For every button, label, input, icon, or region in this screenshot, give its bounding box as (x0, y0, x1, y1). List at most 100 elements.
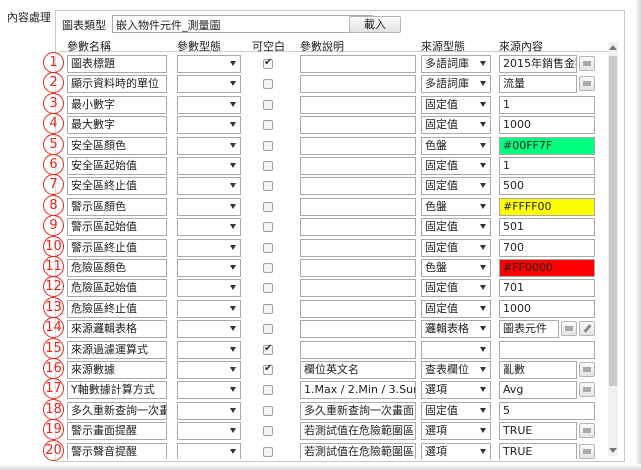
source-content-field[interactable]: 1000 (499, 299, 595, 318)
param-name-field[interactable]: 警示區終止值 (67, 238, 167, 257)
nullable-checkbox[interactable] (263, 363, 273, 375)
source-type-select[interactable]: 多語詞庫 (421, 55, 491, 73)
param-name-field[interactable]: 圖表標題 (67, 55, 167, 73)
source-content-field[interactable]: TRUE (499, 442, 577, 459)
chart-type-field[interactable]: 嵌入物件元件_測量圖 (112, 15, 373, 33)
param-name-field[interactable]: 警示區起始值 (67, 218, 167, 237)
folder-icon[interactable] (579, 56, 595, 71)
param-desc-field[interactable]: 1.Max / 2.Min / 3.Sum / (300, 381, 416, 400)
param-type-select[interactable] (177, 218, 241, 237)
param-desc-field[interactable] (300, 238, 416, 257)
nullable-checkbox[interactable] (263, 99, 273, 110)
nullable-checkbox[interactable] (263, 405, 273, 416)
source-content-field[interactable]: #FF0000 (499, 259, 595, 277)
scroll-up-arrow-icon[interactable] (609, 45, 617, 50)
source-content-field[interactable]: 圖表元件 (499, 320, 559, 339)
param-type-select[interactable] (177, 381, 241, 400)
nullable-checkbox[interactable] (263, 324, 273, 335)
nullable-checkbox[interactable] (263, 181, 273, 192)
source-type-select[interactable]: 固定值 (421, 157, 491, 175)
vertical-scrollbar[interactable] (608, 42, 618, 456)
nullable-checkbox[interactable] (263, 140, 273, 151)
source-type-select[interactable]: 選項 (421, 442, 491, 459)
source-type-select[interactable]: 固定值 (421, 95, 491, 114)
param-desc-field[interactable] (300, 218, 416, 237)
nullable-checkbox[interactable] (263, 446, 273, 457)
param-type-select[interactable] (177, 238, 241, 257)
source-content-field[interactable]: Avg (499, 381, 577, 400)
param-name-field[interactable]: 來源數據 (67, 361, 167, 379)
param-type-select[interactable] (177, 401, 241, 420)
param-name-field[interactable]: 危險區起始值 (67, 279, 167, 298)
nullable-checkbox[interactable] (263, 426, 273, 437)
source-type-select[interactable] (421, 340, 491, 359)
param-desc-field[interactable] (300, 55, 416, 73)
source-content-field[interactable]: 流量 (499, 75, 577, 94)
param-type-select[interactable] (177, 299, 241, 318)
param-name-field[interactable]: 最小數字 (67, 95, 167, 114)
param-desc-field[interactable] (300, 95, 416, 114)
param-type-select[interactable] (177, 136, 241, 155)
param-desc-field[interactable]: 多久重新查詢一次畫面(秒 (300, 401, 416, 420)
param-name-field[interactable]: 最大數字 (67, 116, 167, 135)
param-name-field[interactable]: 危險區終止值 (67, 299, 167, 318)
source-content-field[interactable]: TRUE (499, 422, 577, 441)
scroll-thumb[interactable] (609, 56, 617, 386)
source-type-select[interactable]: 固定值 (421, 177, 491, 196)
folder-icon[interactable] (579, 382, 595, 398)
folder-icon[interactable] (579, 423, 595, 439)
nullable-checkbox[interactable] (263, 79, 273, 90)
nullable-checkbox[interactable] (263, 263, 273, 273)
source-content-field[interactable]: 1 (499, 157, 595, 175)
source-type-select[interactable]: 色盤 (421, 259, 491, 277)
folder-icon[interactable] (579, 76, 595, 92)
param-desc-field[interactable] (300, 320, 416, 339)
param-desc-field[interactable] (300, 259, 416, 277)
param-desc-field[interactable]: 欄位英文名 (300, 361, 416, 379)
source-type-select[interactable]: 固定值 (421, 401, 491, 420)
param-name-field[interactable]: 多久重新查詢一次畫 (67, 401, 167, 420)
param-desc-field[interactable] (300, 75, 416, 94)
param-type-select[interactable] (177, 177, 241, 196)
source-content-field[interactable]: 2015年銷售金額 (499, 55, 577, 73)
source-content-field[interactable]: 701 (499, 279, 595, 298)
source-type-select[interactable]: 固定值 (421, 218, 491, 237)
source-content-field[interactable]: 5 (499, 401, 595, 420)
param-type-select[interactable] (177, 116, 241, 135)
source-type-select[interactable]: 色盤 (421, 136, 491, 155)
param-name-field[interactable]: 危險區顏色 (67, 259, 167, 277)
param-desc-field[interactable] (300, 116, 416, 135)
folder-icon[interactable] (561, 321, 577, 337)
nullable-checkbox[interactable] (263, 57, 273, 69)
load-button[interactable]: 載入 (349, 16, 401, 33)
param-desc-field[interactable] (300, 197, 416, 216)
param-type-select[interactable] (177, 197, 241, 216)
param-type-select[interactable] (177, 157, 241, 175)
source-content-field[interactable] (499, 340, 595, 359)
param-type-select[interactable] (177, 320, 241, 339)
source-type-select[interactable]: 固定值 (421, 238, 491, 257)
param-name-field[interactable]: 來源邏輯表格 (67, 320, 167, 339)
param-name-field[interactable]: 安全區起始值 (67, 157, 167, 175)
param-desc-field[interactable] (300, 279, 416, 298)
param-name-field[interactable]: 安全區終止值 (67, 177, 167, 196)
nullable-checkbox[interactable] (263, 385, 273, 396)
source-content-field[interactable]: 亂數 (499, 361, 577, 379)
source-type-select[interactable]: 固定值 (421, 116, 491, 135)
param-name-field[interactable]: 來源過濾運算式 (67, 340, 167, 359)
nullable-checkbox[interactable] (263, 201, 273, 212)
param-name-field[interactable]: 安全區顏色 (67, 136, 167, 155)
source-content-field[interactable]: 500 (499, 177, 595, 196)
param-name-field[interactable]: 警示聲音提醒 (67, 442, 167, 459)
param-desc-field[interactable]: 若測試值在危險範圍區間 (300, 422, 416, 441)
wrench-icon[interactable] (579, 321, 595, 337)
param-name-field[interactable]: Y軸數據計算方式 (67, 381, 167, 400)
param-name-field[interactable]: 警示畫面提醒 (67, 422, 167, 441)
param-name-field[interactable]: 顯示資料時的單位 (67, 75, 167, 94)
param-type-select[interactable] (177, 442, 241, 459)
param-desc-field[interactable] (300, 299, 416, 318)
param-type-select[interactable] (177, 279, 241, 298)
nullable-checkbox[interactable] (263, 303, 273, 314)
param-type-select[interactable] (177, 340, 241, 359)
param-type-select[interactable] (177, 95, 241, 114)
